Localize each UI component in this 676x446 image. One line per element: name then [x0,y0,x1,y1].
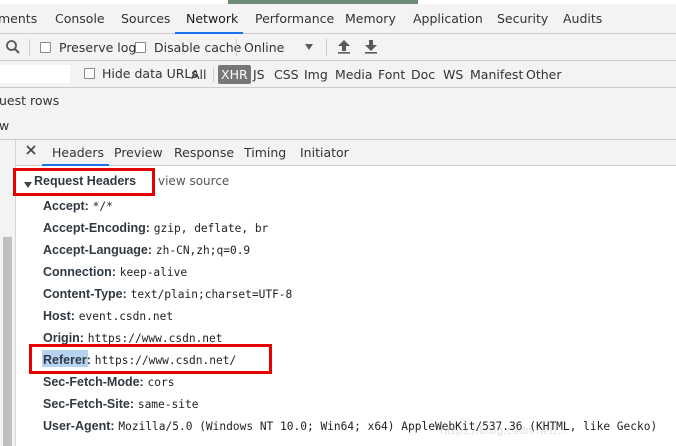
header-name: Sec-Fetch-Mode: [43,375,144,389]
header-name: Sec-Fetch-Site: [43,397,134,411]
filter-bar: Hide data URLs All XHR JS CSS Img Media … [0,61,676,88]
header-row-accept-encoding: Accept-Encoding: gzip, deflate, br [43,218,268,238]
header-value: zh-CN,zh;q=0.9 [155,244,251,257]
watermark: https://blog.csdn.net/... [440,424,569,437]
tab-audits[interactable]: Audits [563,4,602,34]
header-name: User-Agent: [43,419,115,433]
tab-elements[interactable]: ments [0,4,37,34]
header-value: */* [92,200,113,213]
header-row-host: Host: event.csdn.net [43,306,173,326]
tab-preview[interactable]: Preview [114,140,163,166]
dropdown-triangle-icon[interactable] [304,41,314,55]
header-row-connection: Connection: keep-alive [43,262,187,282]
header-name: Accept: [43,199,89,213]
close-icon[interactable] [26,144,36,158]
header-name: Accept-Language: [43,243,153,257]
tab-security[interactable]: Security [497,4,548,34]
filter-doc[interactable]: Doc [411,65,435,84]
annotation-box-request-headers [13,168,155,196]
header-row-sec-fetch-site: Sec-Fetch-Site: same-site [43,394,198,414]
tab-memory[interactable]: Memory [345,4,396,34]
header-value: gzip, deflate, br [153,222,269,235]
header-value: cors [147,376,175,389]
tab-initiator[interactable]: Initiator [300,140,349,166]
network-toolbar: Preserve log Disable cache Online [0,34,676,61]
header-name: Connection: [43,265,116,279]
header-value: keep-alive [119,266,188,279]
hide-data-urls-checkbox[interactable] [84,68,95,79]
toolbar-separator [326,39,327,56]
filter-all[interactable]: All [191,65,207,84]
header-value: event.csdn.net [78,310,174,323]
header-name: Host: [43,309,75,323]
header-value: same-site [137,398,199,411]
detail-tabbar: Headers Preview Response Timing Initiato… [16,140,676,166]
header-name: Accept-Encoding: [43,221,150,235]
tab-response[interactable]: Response [174,140,234,166]
filter-img[interactable]: Img [304,65,328,84]
toolbar-separator [236,39,237,56]
header-row-accept-language: Accept-Language: zh-CN,zh;q=0.9 [43,240,250,260]
header-row-content-type: Content-Type: text/plain;charset=UTF-8 [43,284,292,304]
info-row-requests: uest rows [0,93,60,108]
info-row-view: w [0,118,10,133]
request-list-info: uest rows w [0,88,676,140]
filter-separator [213,67,214,82]
filter-other[interactable]: Other [526,65,562,84]
header-row-user-agent: User-Agent: Mozilla/5.0 (Windows NT 10.0… [43,416,676,436]
filter-ws[interactable]: WS [443,65,463,84]
disable-cache-label: Disable cache [154,40,242,55]
hide-data-urls-label: Hide data URLs [102,66,198,81]
tab-headers-underline [42,164,109,166]
filter-xhr[interactable]: XHR [218,65,251,84]
devtools-tabbar: ments Console Sources Network Performanc… [0,4,676,34]
header-name: Origin: [43,331,84,345]
annotation-box-referer [29,344,272,374]
tab-headers[interactable]: Headers [52,140,104,166]
filter-js[interactable]: JS [253,65,265,84]
header-name: Content-Type: [43,287,127,301]
export-har-icon[interactable] [364,39,378,57]
filter-manifest[interactable]: Manifest [470,65,523,84]
header-value: text/plain;charset=UTF-8 [130,288,293,301]
search-icon[interactable] [5,39,21,58]
tab-performance[interactable]: Performance [255,4,334,34]
tab-network[interactable]: Network [186,4,238,34]
filter-font[interactable]: Font [378,65,405,84]
filter-media[interactable]: Media [335,65,373,84]
tab-sources[interactable]: Sources [121,4,170,34]
view-source-link[interactable]: view source [158,174,229,188]
toolbar-separator [29,39,30,56]
request-list-scrollbar[interactable] [3,237,12,446]
throttling-select[interactable]: Online [244,40,284,55]
preserve-log-checkbox[interactable] [40,42,51,53]
header-row-sec-fetch-mode: Sec-Fetch-Mode: cors [43,372,174,392]
tab-timing[interactable]: Timing [244,140,286,166]
tab-console[interactable]: Console [55,4,105,34]
disable-cache-checkbox[interactable] [135,42,146,53]
tab-application[interactable]: Application [413,4,483,34]
import-har-icon[interactable] [337,39,351,57]
filter-input[interactable] [0,65,70,83]
filter-css[interactable]: CSS [274,65,299,84]
header-row-accept: Accept: */* [43,196,113,216]
preserve-log-label: Preserve log [59,40,137,55]
